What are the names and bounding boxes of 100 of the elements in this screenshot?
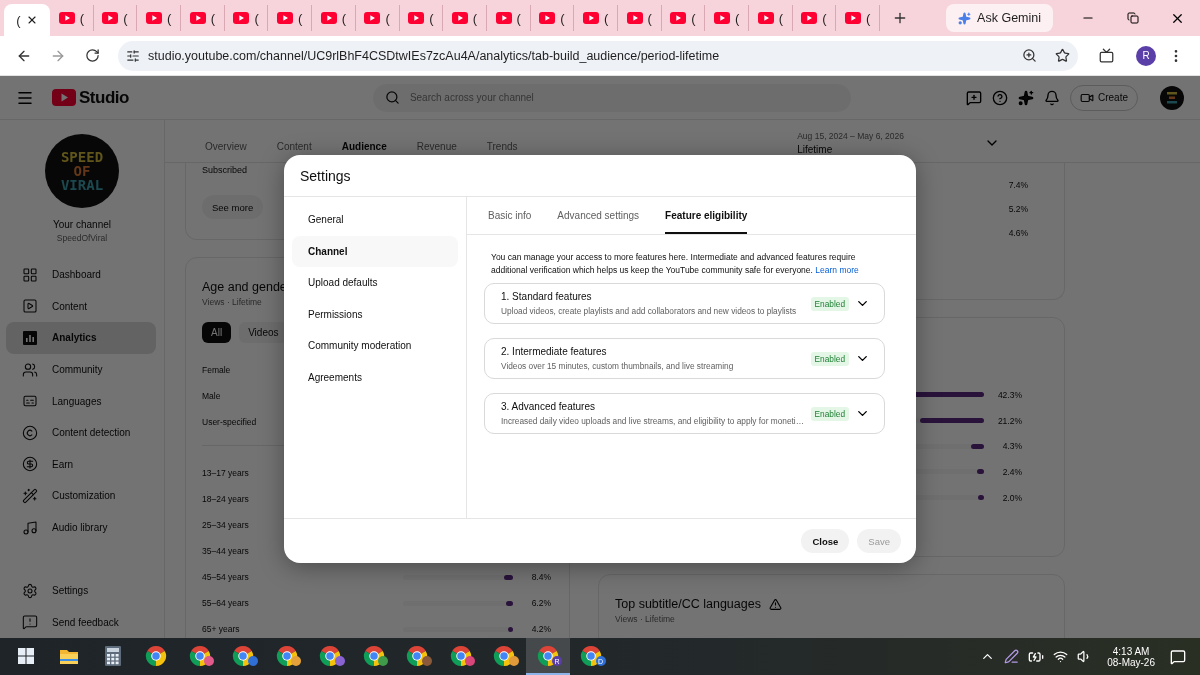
- feature-title: 1. Standard features: [501, 291, 593, 302]
- sidebar-item[interactable]: Customization: [6, 480, 156, 512]
- sparkle-icon[interactable]: [1018, 89, 1034, 106]
- browser-tab[interactable]: (: [224, 5, 269, 31]
- settings-nav-item[interactable]: Permissions: [292, 298, 458, 330]
- youtube-icon: [320, 12, 337, 24]
- browser-tab[interactable]: (: [617, 5, 662, 31]
- clock[interactable]: 4:13 AM 08-May-26: [1107, 645, 1155, 668]
- sidebar-item[interactable]: Languages: [6, 385, 156, 417]
- row-label: User-specified: [202, 417, 258, 427]
- browser-tab[interactable]: (: [268, 5, 313, 31]
- settings-tab[interactable]: Basic info: [488, 197, 532, 234]
- help-icon[interactable]: [992, 89, 1008, 106]
- feature-description: Videos over 15 minutes, custom thumbnails, and live streaming: [501, 361, 735, 371]
- card-subtitle: Views · Lifetime: [202, 297, 262, 307]
- browser-tab[interactable]: (: [792, 5, 837, 31]
- create-button[interactable]: Create: [1070, 84, 1138, 111]
- studio-logo[interactable]: Studio: [52, 87, 129, 108]
- screen-icon[interactable]: [1098, 48, 1114, 63]
- sidebar-item[interactable]: Earn: [6, 448, 156, 481]
- copyright-icon: [22, 424, 38, 441]
- card-subtitle: Views · Lifetime: [615, 614, 675, 624]
- browser-tab[interactable]: (: [137, 5, 182, 31]
- settings-nav-item[interactable]: General: [292, 204, 458, 236]
- feedback-icon: [22, 614, 38, 631]
- browser-tab[interactable]: (: [705, 5, 749, 31]
- youtube-icon: [495, 12, 512, 24]
- sidebar-item[interactable]: Dashboard: [6, 259, 156, 291]
- browser-tab[interactable]: (: [399, 5, 444, 31]
- notifications-icon[interactable]: [1170, 648, 1186, 665]
- settings-tab[interactable]: Feature eligibility: [665, 197, 748, 234]
- message-icon[interactable]: [966, 89, 982, 106]
- row-label: Male: [202, 391, 222, 401]
- feature-card[interactable]: 3. Advanced features Increased daily video uploads and live streams, and eligibility to apply for moneti… Enabled: [484, 393, 885, 434]
- card-title: Top subtitle/CC languages: [615, 597, 761, 611]
- sidebar-item[interactable]: Content detection: [6, 416, 156, 449]
- youtube-icon: [102, 12, 119, 24]
- profile-avatar[interactable]: R: [1136, 45, 1156, 66]
- bar-chart-icon: [22, 330, 38, 346]
- youtube-icon: [670, 12, 687, 24]
- sidebar-item[interactable]: Settings: [6, 574, 156, 607]
- music-icon: [22, 519, 38, 536]
- channel-handle: SpeedOfViral: [56, 233, 108, 243]
- magic-wand-icon: [22, 487, 38, 504]
- youtube-icon: [757, 12, 774, 24]
- date-range-picker[interactable]: Aug 15, 2024 – May 6, 2026 Lifetime: [797, 131, 1000, 155]
- browser-tab[interactable]: (: [530, 5, 575, 31]
- feature-title: 2. Intermediate features: [501, 346, 608, 357]
- address-bar[interactable]: studio.youtube.com/channel/UC9rlBhF4CSDtwIEs7zcAu4A/analytics/tab-build_audience/period-lifetime: [118, 40, 1078, 71]
- chrome-icon: [493, 644, 516, 667]
- browser-tab[interactable]: (: [443, 5, 487, 31]
- site-info-icon[interactable]: [126, 48, 140, 63]
- youtube-icon: [801, 12, 818, 24]
- youtube-icon: [233, 12, 250, 24]
- pen-icon[interactable]: [1004, 649, 1020, 664]
- browser-tab[interactable]: (: [4, 4, 50, 36]
- browser-tab[interactable]: (: [93, 5, 138, 31]
- browser-tab[interactable]: (: [181, 5, 225, 31]
- restore-icon[interactable]: [1126, 12, 1139, 24]
- sidebar-item[interactable]: Send feedback: [6, 606, 156, 638]
- browser-tab[interactable]: (: [749, 5, 793, 31]
- feature-card[interactable]: 1. Standard features Upload videos, create playlists and add collaborators and new videos to playlists Enabled: [484, 283, 885, 324]
- row-label: 25–34 years: [202, 520, 250, 530]
- percent-value: 4.6%: [1007, 228, 1028, 238]
- sidebar-item[interactable]: Community: [6, 353, 156, 386]
- status-badge: Enabled: [810, 351, 849, 366]
- settings-nav-item[interactable]: Community moderation: [292, 330, 458, 362]
- settings-tab[interactable]: Advanced settings: [557, 197, 640, 234]
- feature-description: Increased daily video uploads and live streams, and eligibility to apply for moneti…: [501, 416, 805, 426]
- grid-icon: [22, 266, 38, 283]
- dialog-button[interactable]: Close: [801, 529, 850, 553]
- settings-nav-item[interactable]: Agreements: [292, 361, 458, 393]
- browser-tab[interactable]: (: [312, 5, 356, 31]
- browser-tab[interactable]: (: [355, 5, 400, 31]
- channel-avatar[interactable]: [1160, 85, 1184, 110]
- browser-tab[interactable]: (: [661, 5, 706, 31]
- settings-icon: [22, 582, 38, 599]
- filter-chip[interactable]: All: [202, 322, 232, 343]
- settings-nav-item[interactable]: Upload defaults: [292, 267, 458, 299]
- gemini-button[interactable]: Ask Gemini: [946, 4, 1053, 32]
- sidebar-item[interactable]: Audio library: [6, 511, 156, 544]
- settings-nav-item[interactable]: Channel: [292, 235, 458, 267]
- see-more-button[interactable]: See more: [202, 195, 264, 219]
- sidebar-item[interactable]: Content: [6, 290, 156, 323]
- percent-value: 4.3%: [1001, 441, 1022, 452]
- browser-tab[interactable]: (: [486, 5, 531, 31]
- feature-card[interactable]: 2. Intermediate features Videos over 15 minutes, custom thumbnails, and live streaming Enabled: [484, 338, 885, 379]
- youtube-icon: [146, 12, 163, 24]
- bookmark-icon[interactable]: [1055, 48, 1070, 63]
- browser-tab[interactable]: (: [50, 5, 94, 31]
- wifi-icon[interactable]: [1053, 649, 1069, 664]
- chrome-icon: [406, 644, 429, 667]
- browser-tab[interactable]: (: [836, 5, 881, 31]
- zoom-icon[interactable]: [1022, 48, 1037, 63]
- youtube-icon: [408, 12, 425, 24]
- youtube-icon: [626, 12, 643, 24]
- percent-value: 2.4%: [1001, 466, 1022, 477]
- learn-more-link[interactable]: Learn more: [815, 265, 859, 275]
- browser-tab[interactable]: (: [574, 5, 618, 31]
- reload-icon[interactable]: [84, 48, 100, 63]
